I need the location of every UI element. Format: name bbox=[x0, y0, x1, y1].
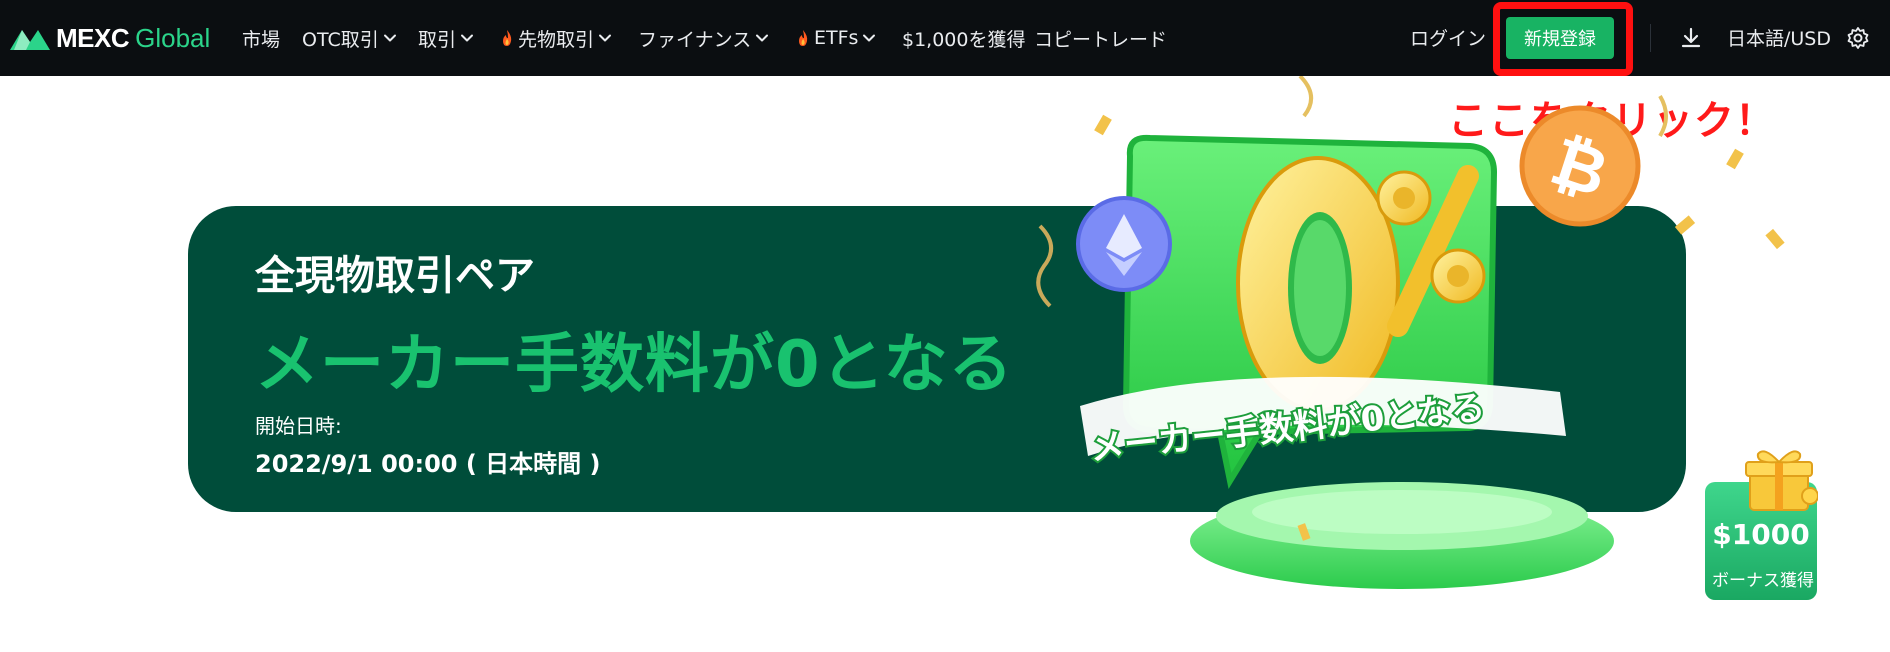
zero-fee-illustration: メーカー手数料が0となる ₿ bbox=[1036, 76, 1696, 589]
nav-divider bbox=[1650, 24, 1651, 52]
nav-item-label: 先物取引 bbox=[518, 28, 595, 51]
nav-item[interactable]: 市場 bbox=[242, 0, 280, 76]
flame-icon bbox=[799, 30, 808, 46]
bonus-label: ボーナス獲得 bbox=[1712, 571, 1814, 591]
chevron-right-icon bbox=[1826, 568, 1842, 584]
flame-icon bbox=[503, 30, 512, 46]
confetti-decoration bbox=[1726, 148, 1785, 250]
banner-start-label: 開始日時: bbox=[255, 414, 342, 438]
language-currency-selector[interactable]: 日本語/USD bbox=[1727, 24, 1831, 51]
chevron-down-icon bbox=[599, 34, 612, 42]
banner-title: メーカー手数料が0となる bbox=[255, 328, 1014, 402]
nav-item[interactable]: 取引 bbox=[418, 0, 474, 76]
download-icon[interactable] bbox=[1680, 27, 1702, 49]
nav-item-label: ETFs bbox=[814, 27, 859, 49]
mexc-logo[interactable]: MEXC Global bbox=[8, 22, 210, 54]
chevron-down-icon bbox=[863, 34, 876, 42]
chevron-down-icon bbox=[756, 34, 769, 42]
mexc-logo-icon bbox=[10, 30, 50, 50]
nav-item-label: OTC取引 bbox=[302, 28, 379, 51]
logo-sub: Global bbox=[135, 22, 211, 53]
bonus-amount: $1000 bbox=[1712, 518, 1810, 551]
banner-subtitle: 全現物取引ペア bbox=[255, 253, 535, 299]
gift-box-icon bbox=[1745, 450, 1818, 511]
nav-item[interactable]: ETFs bbox=[796, 0, 876, 76]
banner-start-date: 2022/9/1 00:00 ( 日本時間 ) bbox=[255, 450, 601, 478]
chevron-down-icon bbox=[383, 34, 396, 42]
nav-item[interactable]: ファイナンス bbox=[638, 0, 769, 76]
nav-item[interactable]: 先物取引 bbox=[500, 0, 612, 76]
nav-item-label: 市場 bbox=[242, 28, 281, 51]
nav-item[interactable]: OTC取引 bbox=[302, 0, 397, 76]
nav-item-label: ファイナンス bbox=[638, 28, 752, 51]
signup-button[interactable]: 新規登録 bbox=[1506, 17, 1614, 59]
gear-icon[interactable] bbox=[1846, 26, 1870, 50]
chevron-down-icon bbox=[461, 34, 474, 42]
nav-item-label: 取引 bbox=[418, 28, 457, 51]
nav-item-label: $1,000を獲得 bbox=[902, 28, 1026, 51]
logo-word: MEXC bbox=[56, 22, 130, 53]
nav-item[interactable]: $1,000を獲得 bbox=[902, 0, 1025, 76]
login-link[interactable]: ログイン bbox=[1410, 24, 1486, 51]
nav-item[interactable]: コピートレード bbox=[1034, 0, 1167, 76]
nav-item-label: コピートレード bbox=[1034, 28, 1168, 51]
